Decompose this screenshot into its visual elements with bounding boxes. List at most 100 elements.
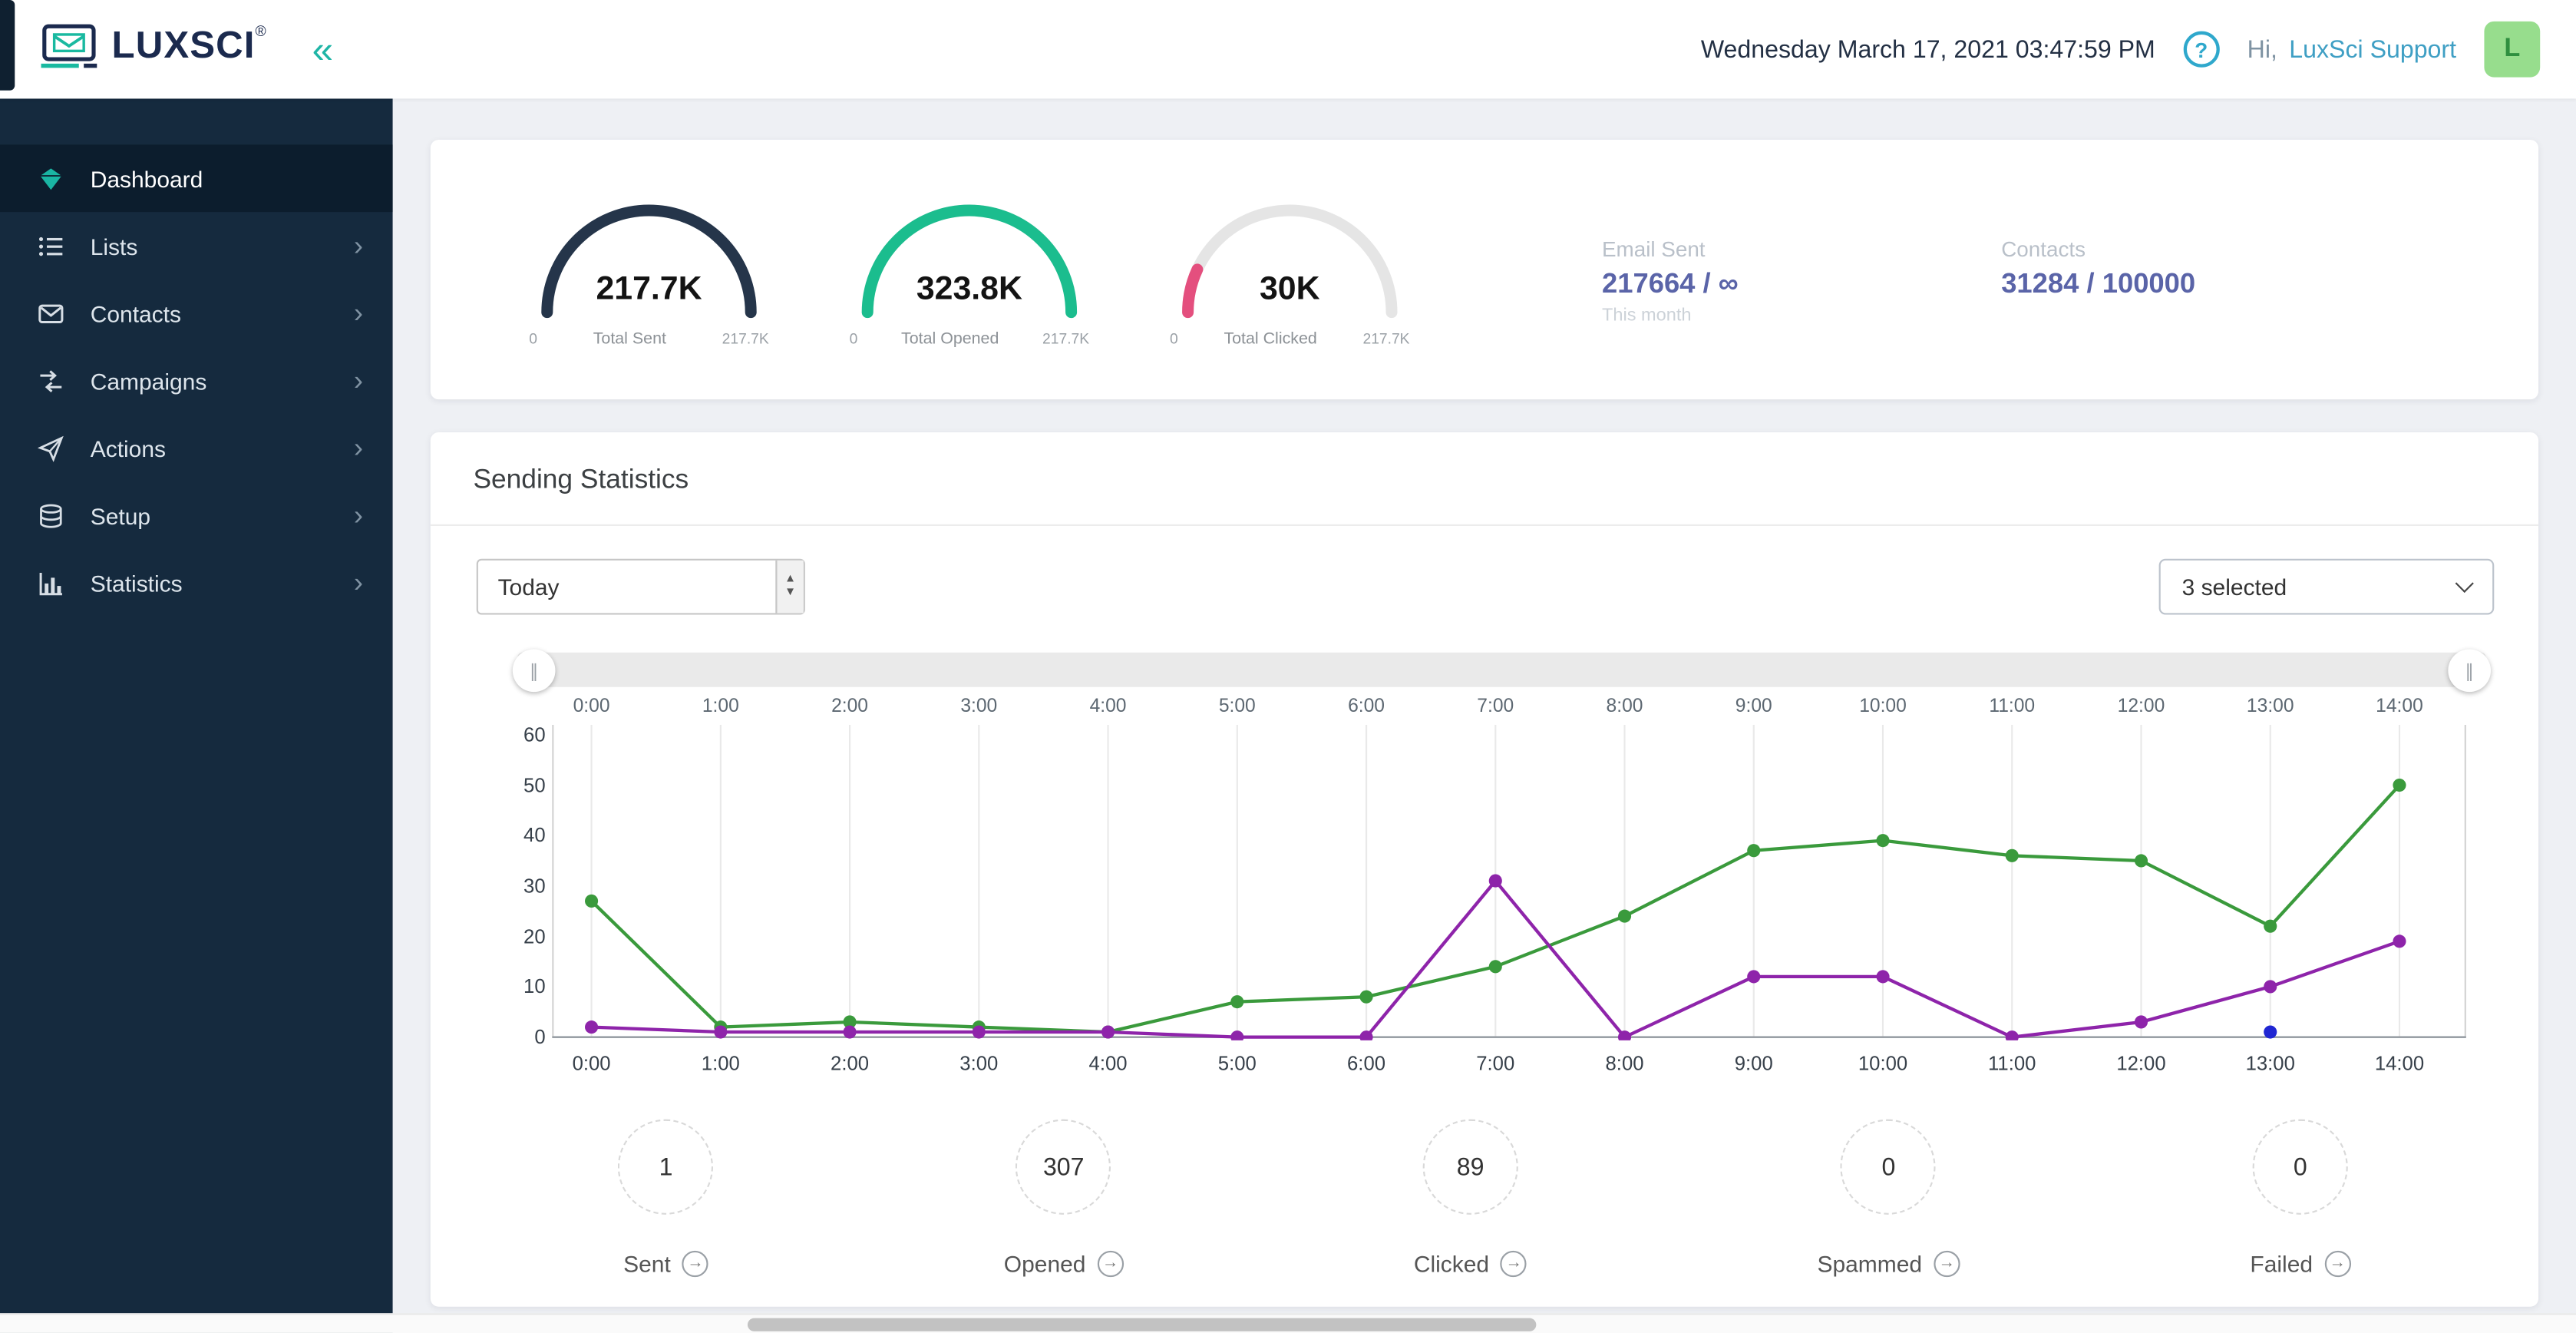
data-point-clicked [2005, 1030, 2019, 1040]
x-tick-label: 10:00 [1858, 1051, 1908, 1075]
scrubber-handle-left[interactable]: ∥ [512, 649, 556, 693]
series-select-value: 3 selected [2181, 574, 2287, 600]
scrubber-track[interactable] [517, 652, 2486, 687]
chevron-right-icon: › [353, 499, 364, 531]
greeting-prefix: Hi, [2247, 35, 2277, 64]
bar-chart-icon [36, 568, 66, 598]
spinner-down-icon[interactable]: ▼ [784, 587, 796, 599]
datetime-display: Wednesday March 17, 2021 03:47:59 PM [1700, 35, 2155, 64]
data-point-opened [1230, 995, 1244, 1009]
gauge-min: 0 [849, 330, 858, 347]
y-tick-label: 50 [523, 773, 546, 797]
counter-link-spammed[interactable]: Spammed → [1817, 1250, 1960, 1278]
date-range-value: Today [497, 574, 560, 600]
scrubber-time-label: 10:00 [1859, 696, 1907, 717]
sidebar-item-contacts[interactable]: Contacts › [0, 280, 393, 347]
counter-opened: 307 Opened → [1004, 1119, 1124, 1278]
counter-link-sent[interactable]: Sent → [623, 1250, 709, 1278]
header-left-notch [0, 0, 15, 91]
series-select[interactable]: 3 selected [2158, 558, 2495, 615]
select-spinner[interactable]: ▲ ▼ [775, 560, 804, 614]
y-tick-label: 20 [523, 925, 546, 948]
sidebar-item-dashboard[interactable]: Dashboard [0, 144, 393, 213]
dashboard-icon [36, 164, 66, 194]
scrubber-time-label: 5:00 [1218, 696, 1256, 717]
data-point-clicked [1230, 1030, 1244, 1040]
user-menu[interactable]: Hi, LuxSci Support [2247, 35, 2456, 63]
gauge-total-sent: 217.7K 0 Total Sent 217.7K [526, 196, 772, 349]
counter-label-text: Sent [623, 1250, 671, 1278]
chevron-down-icon [2455, 574, 2474, 593]
y-axis-labels: 0 10 20 30 40 50 60 [473, 723, 546, 1049]
data-point-clicked [1101, 1025, 1115, 1039]
scrubber-handle-right[interactable]: ∥ [2448, 649, 2491, 693]
help-icon[interactable]: ? [2183, 31, 2220, 68]
lists-icon [36, 231, 66, 261]
counter-link-failed[interactable]: Failed → [2250, 1250, 2351, 1278]
x-tick-label: 7:00 [1476, 1051, 1515, 1075]
registered-mark: ® [255, 22, 266, 39]
sidebar-item-statistics[interactable]: Statistics › [0, 549, 393, 617]
contacts-value: 31284 / 100000 [2001, 267, 2196, 299]
data-point-clicked [714, 1025, 728, 1039]
sidebar-item-actions[interactable]: Actions › [0, 414, 393, 481]
sidebar-collapse-icon[interactable]: « [312, 30, 333, 68]
sidebar-item-label: Campaigns [90, 367, 207, 394]
sidebar-item-lists[interactable]: Lists › [0, 212, 393, 280]
chart-range-scrubber[interactable]: ∥ ∥ [512, 649, 2491, 693]
scrubber-time-label: 14:00 [2376, 696, 2423, 717]
chart-section: ∥ ∥ 0:00 1:00 2:00 3:00 4:00 5:00 6:00 7:00 8:00… [431, 615, 2538, 1077]
brand-name: LUXSCI [111, 22, 256, 65]
x-tick-label: 14:00 [2374, 1051, 2425, 1075]
x-tick-label: 4:00 [1088, 1051, 1128, 1075]
chevron-right-icon: › [353, 365, 364, 396]
spinner-up-icon[interactable]: ▲ [784, 574, 796, 587]
horizontal-scrollbar-thumb[interactable] [747, 1318, 1537, 1331]
x-tick-label: 1:00 [701, 1051, 740, 1075]
data-point-opened [1488, 960, 1502, 974]
plot-row: 0 10 20 30 40 50 60 0:00 1:00 2:00 3:00 4:00 5:00 6:… [523, 723, 2466, 1077]
date-range-select[interactable]: Today ▲ ▼ [476, 558, 805, 615]
contacts-summary: Contacts 31284 / 100000 [2001, 237, 2195, 300]
counter-value: 1 [618, 1119, 714, 1215]
counter-link-clicked[interactable]: Clicked → [1414, 1250, 1527, 1278]
horizontal-scrollbar[interactable] [0, 1313, 2576, 1333]
data-point-clicked [1747, 970, 1761, 984]
scrubber-time-label: 4:00 [1089, 696, 1127, 717]
counter-label-text: Failed [2250, 1250, 2313, 1278]
sidebar-item-label: Statistics [90, 569, 183, 596]
counter-sent: 1 Sent → [618, 1119, 714, 1278]
counter-value: 0 [1841, 1119, 1937, 1215]
sidebar-item-setup[interactable]: Setup › [0, 481, 393, 549]
x-tick-label: 12:00 [2116, 1051, 2166, 1075]
gauge-min: 0 [529, 330, 537, 347]
arrow-right-icon: → [1501, 1250, 1527, 1278]
scrubber-time-label: 2:00 [831, 696, 869, 717]
arrow-right-icon: → [1097, 1250, 1124, 1278]
chart-controls: Today ▲ ▼ 3 selected [431, 526, 2538, 615]
send-icon [36, 433, 66, 463]
sidebar-item-campaigns[interactable]: Campaigns › [0, 347, 393, 415]
gauge-scale: 0 Total Sent 217.7K [526, 330, 772, 349]
luxsci-dashboard: LUXSCI ® « Wednesday March 17, 2021 03:4… [0, 0, 2576, 1333]
sidebar: Dashboard Lists › Contacts › Campaigns ›… [0, 98, 393, 1333]
scrubber-time-label: 6:00 [1348, 696, 1385, 717]
counter-clicked: 89 Clicked → [1414, 1119, 1527, 1278]
user-name: LuxSci Support [2289, 35, 2457, 64]
counter-failed: 0 Failed → [2250, 1119, 2351, 1278]
data-point-clicked [1876, 970, 1890, 984]
sidebar-item-label: Contacts [90, 299, 181, 326]
gauge-max: 217.7K [1042, 330, 1090, 347]
scrubber-time-label: 12:00 [2117, 696, 2165, 717]
data-point-opened [585, 894, 599, 908]
counter-link-opened[interactable]: Opened → [1004, 1250, 1124, 1278]
counters-row: 1 Sent → 307 Opened → 89 Clicked → 0 Spa… [431, 1077, 2538, 1278]
summary-card: 217.7K 0 Total Sent 217.7K 323.8K 0 Tota… [430, 139, 2539, 400]
chevron-right-icon: › [353, 230, 364, 262]
x-tick-label: 9:00 [1734, 1051, 1773, 1075]
card-title: Sending Statistics [430, 432, 2539, 526]
avatar[interactable]: L [2484, 21, 2541, 78]
gauge-label: Total Opened [901, 330, 999, 349]
sidebar-item-label: Lists [90, 232, 138, 260]
gauge-value: 323.8K [916, 271, 1022, 308]
